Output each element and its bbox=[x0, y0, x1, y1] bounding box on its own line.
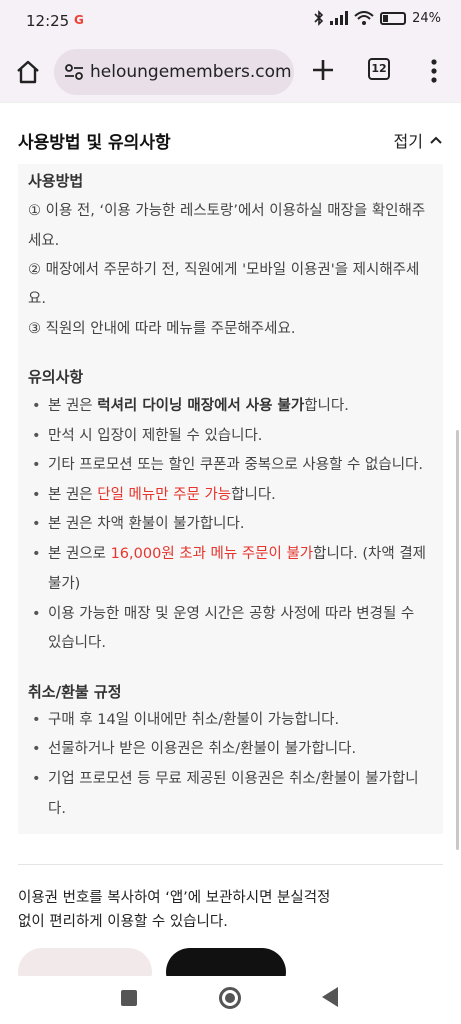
status-bar: 12:25 G 24% bbox=[0, 0, 461, 44]
refund-item: 구매 후 14일 이내에만 취소/환불이 가능합니다. bbox=[30, 705, 440, 735]
status-icons: 24% bbox=[314, 10, 441, 26]
refund-heading: 취소/환불 규정 bbox=[28, 683, 122, 701]
browser-toolbar: heloungemembers.com 12 bbox=[0, 44, 461, 102]
site-settings-icon[interactable] bbox=[64, 62, 84, 82]
battery-icon bbox=[380, 11, 407, 25]
caution-item-cont: 있습니다. bbox=[48, 635, 106, 651]
wifi-icon bbox=[354, 10, 374, 25]
chevron-up-icon bbox=[430, 136, 442, 144]
usage-line: ③ 직원의 안내에 따라 메뉴를 주문해주세요. bbox=[28, 321, 296, 337]
caution-item: 만석 시 입장이 제한될 수 있습니다. bbox=[30, 421, 440, 451]
system-nav-bar bbox=[0, 976, 461, 1024]
status-time: 12:25 bbox=[26, 12, 70, 30]
bluetooth-icon bbox=[314, 10, 324, 26]
more-menu-icon[interactable] bbox=[424, 56, 444, 86]
section-title: 사용방법 및 유의사항 bbox=[18, 133, 171, 153]
google-icon: G bbox=[74, 13, 84, 27]
home-icon[interactable] bbox=[14, 58, 42, 86]
caution-item: 기타 프로모션 또는 할인 쿠폰과 중복으로 사용할 수 없습니다. bbox=[30, 450, 440, 480]
caution-item: 본 권은 단일 메뉴만 주문 가능합니다. bbox=[30, 480, 440, 510]
home-circle-icon[interactable] bbox=[219, 987, 241, 1009]
refund-item-cont: 다. bbox=[48, 801, 66, 817]
collapse-label: 접기 bbox=[393, 132, 423, 151]
recents-icon[interactable] bbox=[121, 990, 137, 1006]
caution-item: 본 권은 차액 환불이 불가합니다. bbox=[30, 509, 440, 539]
divider bbox=[18, 864, 443, 865]
caution-heading: 유의사항 bbox=[28, 368, 84, 386]
divider bbox=[0, 102, 461, 103]
caution-item: 이용 가능한 매장 및 운영 시간은 공항 사정에 따라 변경될 수 bbox=[30, 599, 440, 629]
signal-icon bbox=[330, 11, 349, 25]
url-text: heloungemembers.com bbox=[90, 62, 292, 82]
usage-line: ① 이용 전, ‘이용 가능한 레스토랑’에서 이용하실 매장을 확인해주 bbox=[28, 203, 426, 219]
notice-text: 이용권 번호를 복사하여 ‘앱’에 보관하시면 분실걱정 없이 편리하게 이용할… bbox=[18, 886, 438, 934]
info-panel: 사용방법 ① 이용 전, ‘이용 가능한 레스토랑’에서 이용하실 매장을 확인… bbox=[18, 164, 443, 834]
usage-line: 요. bbox=[28, 291, 46, 307]
battery-percent: 24% bbox=[412, 10, 441, 26]
collapse-button[interactable]: 접기 bbox=[394, 128, 443, 152]
address-bar[interactable]: heloungemembers.com bbox=[54, 49, 294, 95]
section-header: 사용방법 및 유의사항 접기 bbox=[18, 124, 443, 156]
notice-line: 이용권 번호를 복사하여 ‘앱’에 보관하시면 분실걱정 bbox=[18, 890, 331, 906]
notice-line: 없이 편리하게 이용할 수 있습니다. bbox=[18, 914, 228, 930]
usage-line: 세요. bbox=[28, 233, 60, 249]
caution-item: 본 권으로 16,000원 초과 메뉴 주문이 불가합니다. (차액 결제 bbox=[30, 539, 440, 569]
caution-item-cont: 불가) bbox=[48, 576, 81, 592]
scrollbar[interactable] bbox=[456, 430, 459, 850]
tab-switcher-button[interactable]: 12 bbox=[368, 58, 390, 80]
refund-item: 기업 프로모션 등 무료 제공된 이용권은 취소/환불이 불가합니 bbox=[30, 764, 440, 794]
caution-item: 본 권은 럭셔리 다이닝 매장에서 사용 불가합니다. bbox=[30, 391, 440, 421]
new-tab-icon[interactable] bbox=[310, 57, 336, 83]
usage-heading: 사용방법 bbox=[28, 172, 84, 190]
usage-line: ② 매장에서 주문하기 전, 직원에게 '모바일 이용권'을 제시해주세 bbox=[28, 262, 420, 278]
refund-item: 선물하거나 받은 이용권은 취소/환불이 불가합니다. bbox=[30, 734, 440, 764]
back-icon[interactable] bbox=[322, 987, 338, 1007]
